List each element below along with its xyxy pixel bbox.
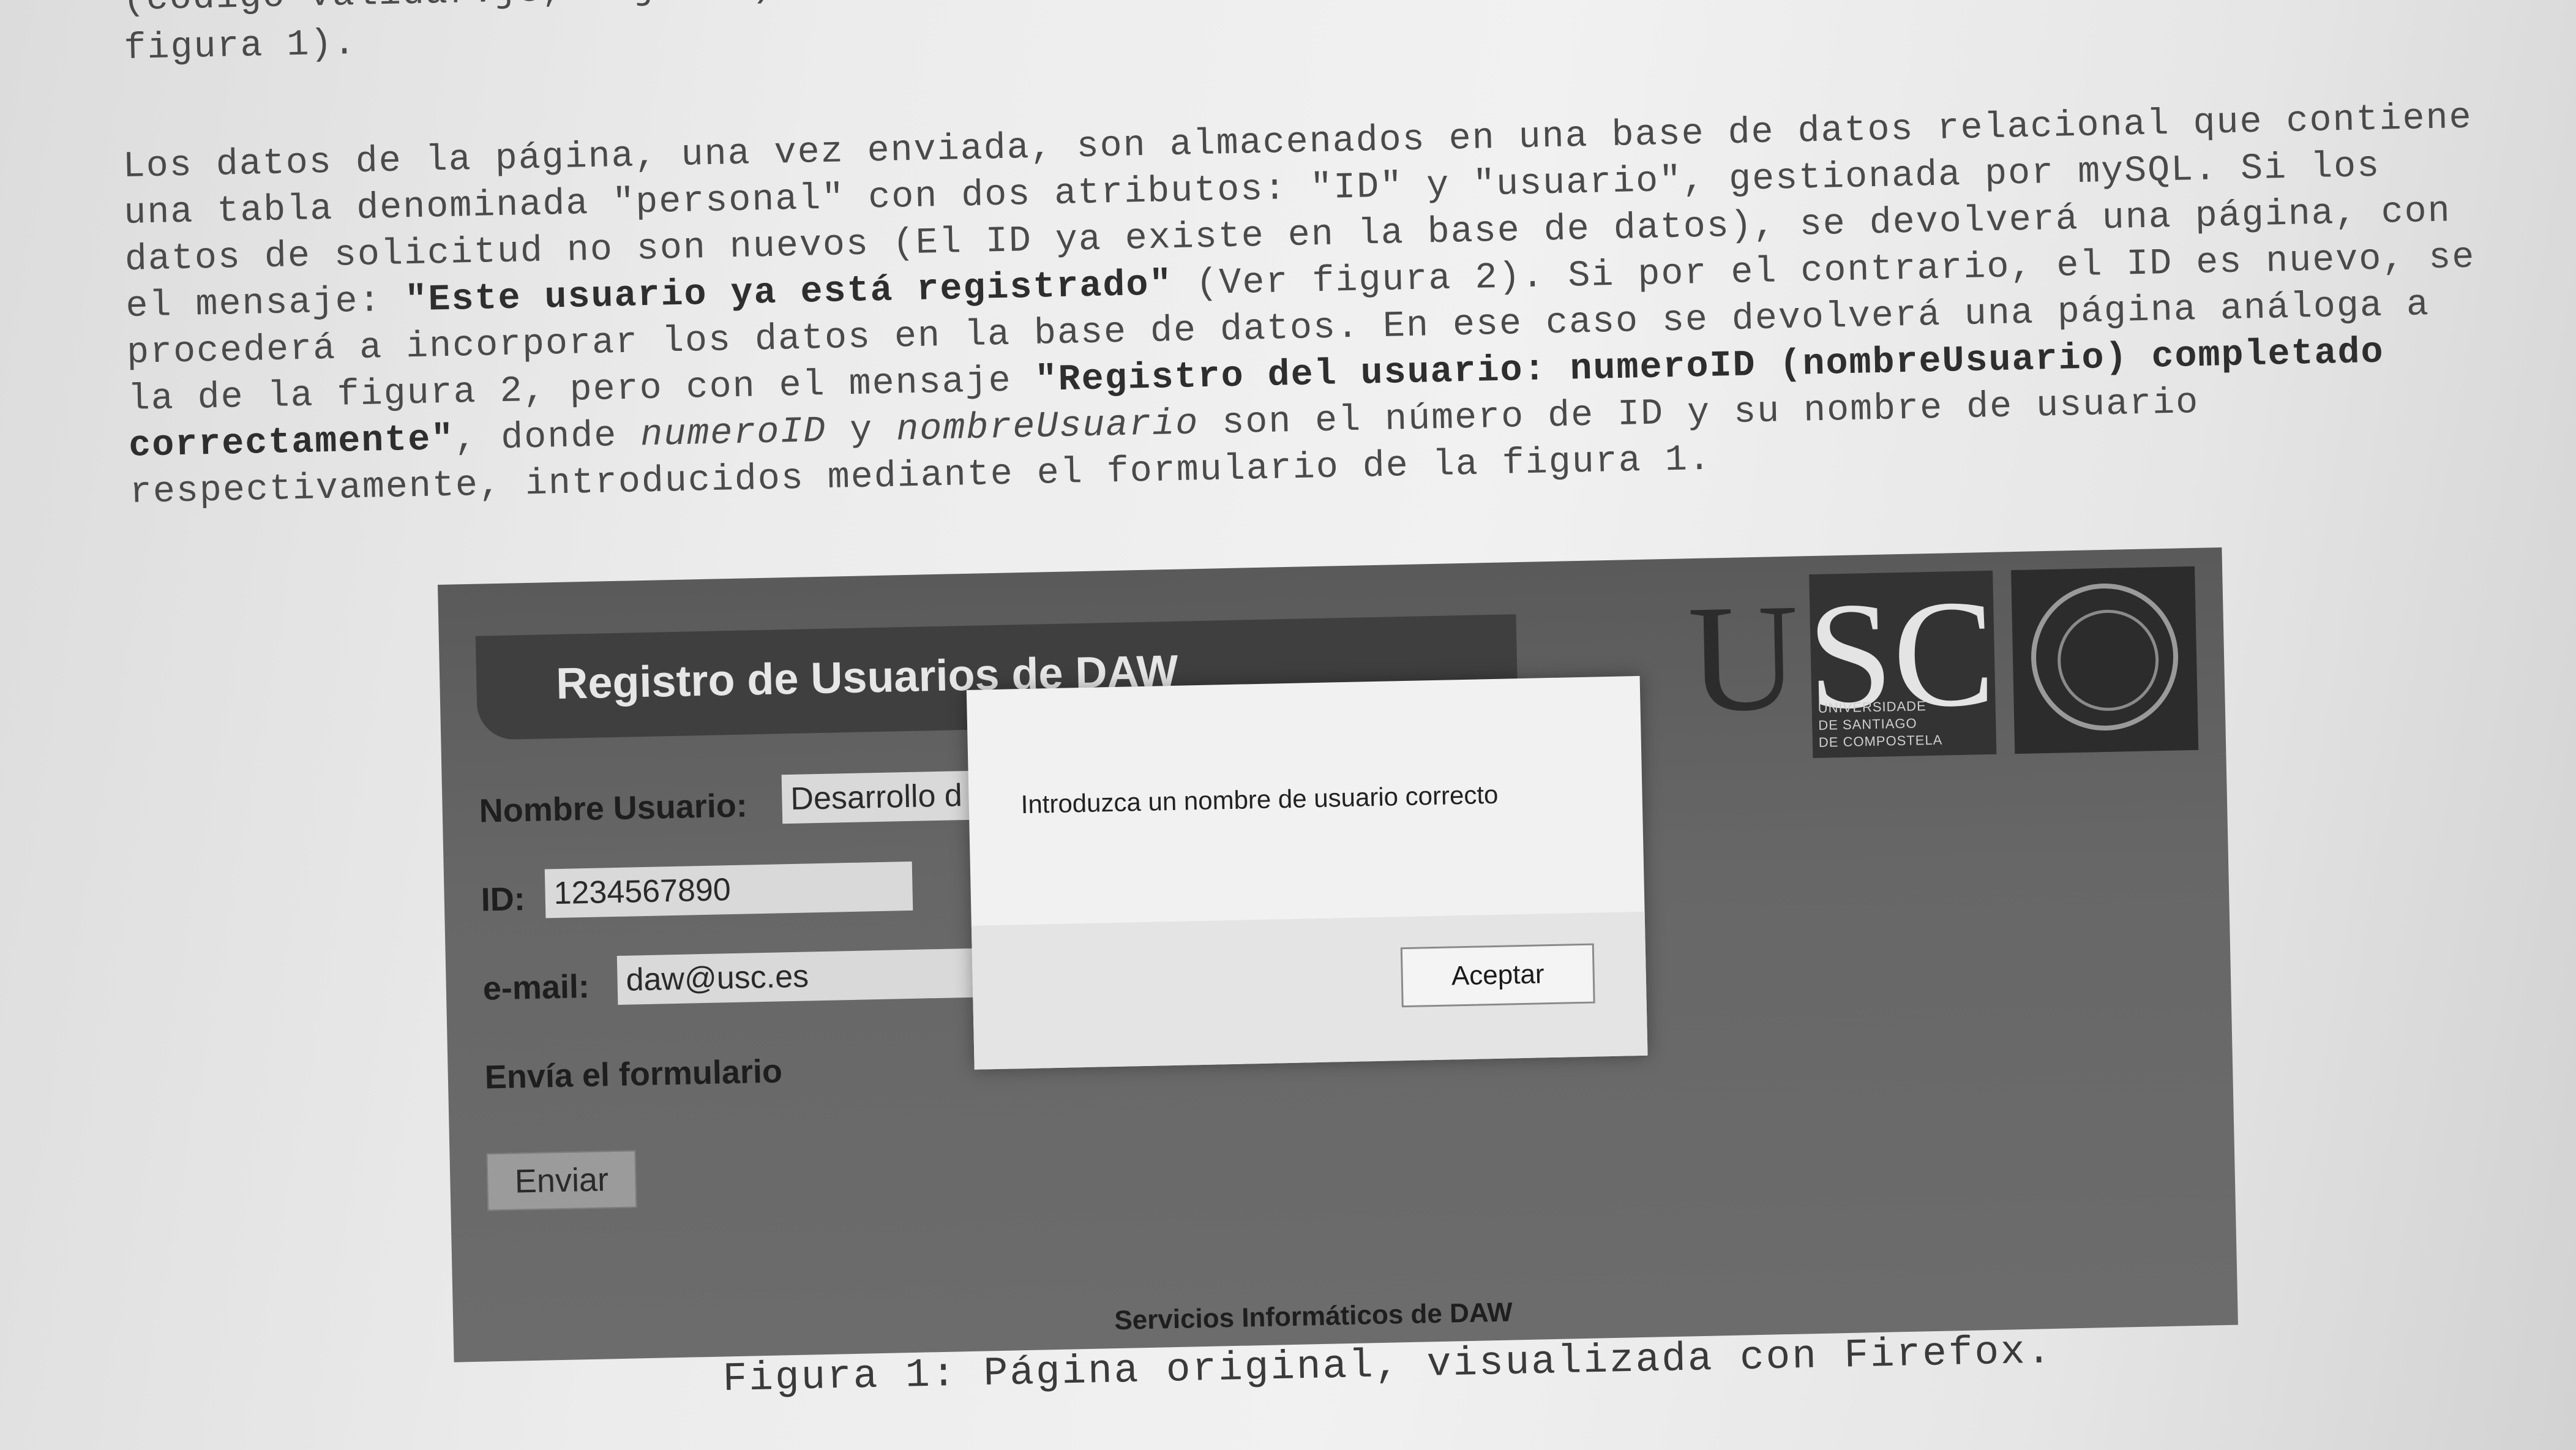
text-run: , donde <box>454 415 642 460</box>
name-input[interactable]: Desarrollo d <box>781 770 979 824</box>
id-input[interactable]: 1234567890 <box>544 861 913 918</box>
figure-screenshot: Registro de Usuarios de DAW U SC UNIVERS… <box>438 547 2238 1362</box>
alert-dialog: Introduzca un nombre de usuario correcto… <box>966 675 1648 1070</box>
submit-button[interactable]: Enviar <box>486 1150 637 1211</box>
footer-text: Servicios Informáticos de DAW <box>1114 1297 1513 1336</box>
italic-text: nombreUsuario <box>896 403 1199 451</box>
name-label: Nombre Usuario: <box>479 787 748 830</box>
logo-subtitle-line: UNIVERSIDADE <box>1818 698 1926 716</box>
logo-letter-u: U <box>1687 572 1797 745</box>
logo-subtitle-line: DE SANTIAGO <box>1818 715 1917 733</box>
logo-box: SC UNIVERSIDADE DE SANTIAGO DE COMPOSTEL… <box>1806 568 1997 759</box>
usc-logo: U SC UNIVERSIDADE DE SANTIAGO DE COMPOST… <box>1687 566 2199 767</box>
logo-subtitle-line: DE COMPOSTELA <box>1818 732 1943 750</box>
seal-box <box>2011 566 2199 754</box>
bold-text: correctamente" <box>128 418 455 467</box>
text-run: y <box>826 409 897 453</box>
id-label: ID: <box>481 881 526 918</box>
dialog-message: Introduzca un nombre de usuario correcto <box>1020 779 1499 819</box>
send-form-label: Envía el formulario <box>484 1053 783 1096</box>
top-paragraph: (código validar.js, adjunto). De no supe… <box>122 0 2357 73</box>
email-input[interactable]: daw@usc.es <box>616 948 986 1005</box>
body-paragraph: Los datos de la página, una vez enviada,… <box>122 95 2480 516</box>
email-label: e-mail: <box>482 967 590 1007</box>
text-run: el mensaje: <box>125 280 406 328</box>
university-seal-icon <box>2029 582 2180 732</box>
italic-text: numeroID <box>640 411 827 457</box>
logo-subtitle: UNIVERSIDADE DE SANTIAGO DE COMPOSTELA <box>1818 697 1942 751</box>
accept-button[interactable]: Aceptar <box>1400 943 1595 1008</box>
